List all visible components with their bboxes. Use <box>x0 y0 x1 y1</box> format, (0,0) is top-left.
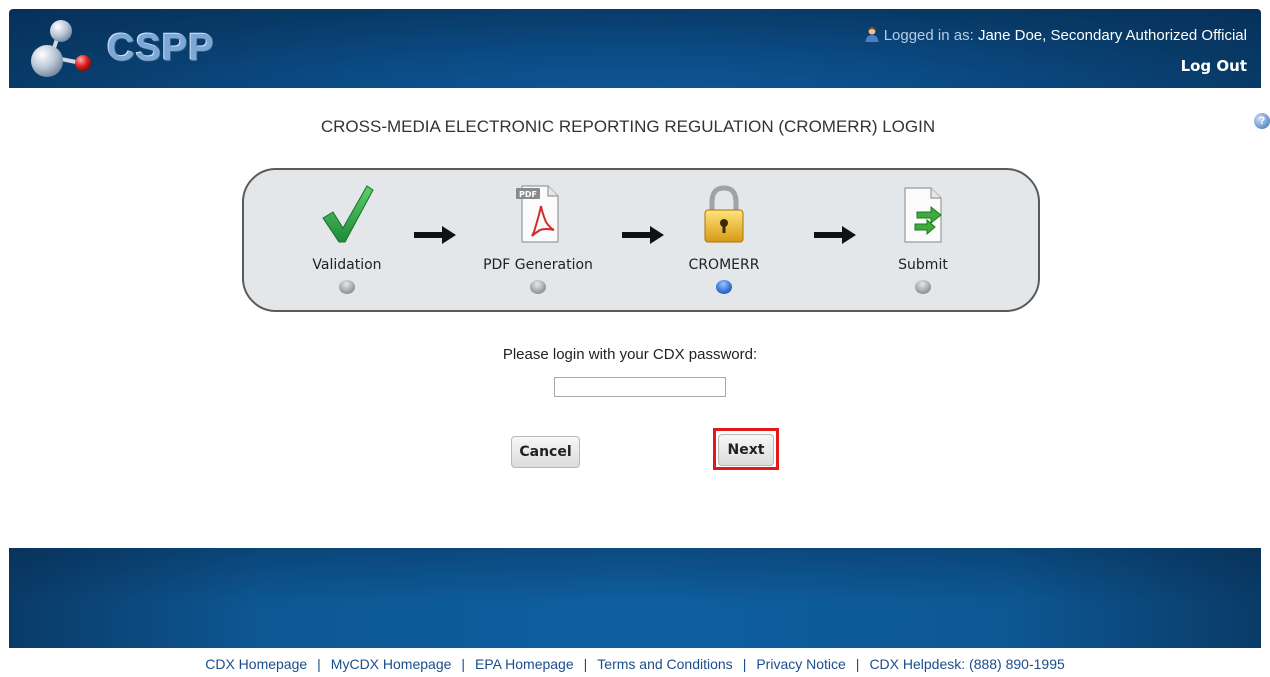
footer-separator: | <box>583 656 588 672</box>
logout-link[interactable]: Log Out <box>1181 57 1247 75</box>
progress-stepper: Validation PDF PDF Generation CROMERR Su… <box>242 168 1040 312</box>
step-label: Submit <box>898 257 948 273</box>
step-indicator-dot <box>530 280 546 294</box>
checkmark-icon <box>322 185 374 243</box>
footer-link-epa-homepage[interactable]: EPA Homepage <box>475 656 574 672</box>
pdf-badge-text: PDF <box>519 190 537 199</box>
step-indicator-dot-active <box>716 280 732 294</box>
footer-band <box>9 548 1261 648</box>
footer-separator: | <box>317 656 321 672</box>
padlock-icon <box>704 185 744 243</box>
footer-link-helpdesk[interactable]: CDX Helpdesk: (888) 890-1995 <box>869 656 1064 672</box>
step-validation: Validation <box>267 170 427 310</box>
footer-separator: | <box>742 656 747 672</box>
submit-document-icon <box>904 187 942 243</box>
footer-link-mycdx-homepage[interactable]: MyCDX Homepage <box>331 656 452 672</box>
step-cromerr: CROMERR <box>644 170 804 310</box>
step-label: PDF Generation <box>483 257 593 273</box>
step-pdf-generation: PDF PDF Generation <box>458 170 618 310</box>
footer-separator: | <box>461 656 466 672</box>
footer-link-terms[interactable]: Terms and Conditions <box>597 656 732 672</box>
step-label: Validation <box>312 257 382 273</box>
footer-link-cdx-homepage[interactable]: CDX Homepage <box>205 656 307 672</box>
right-arrow-icon <box>414 226 456 244</box>
logged-in-label: Logged in as: <box>883 27 974 44</box>
site-header: CSPP Logged in as: Jane Doe, Secondary A… <box>9 9 1261 88</box>
pdf-document-icon: PDF <box>516 185 559 243</box>
step-indicator-dot <box>339 280 355 294</box>
user-name: Jane Doe, Secondary Authorized Official <box>977 27 1247 44</box>
footer-links: CDX Homepage | MyCDX Homepage | EPA Homepage… <box>0 656 1270 672</box>
cspp-logo[interactable]: CSPP <box>23 15 213 81</box>
step-indicator-dot <box>915 280 931 294</box>
next-button[interactable]: Next <box>718 434 774 466</box>
cancel-button[interactable]: Cancel <box>511 436 580 468</box>
password-prompt: Please login with your CDX password: <box>502 346 758 363</box>
footer-link-privacy[interactable]: Privacy Notice <box>756 656 845 672</box>
molecule-logo-icon <box>31 20 91 77</box>
logged-in-info: Logged in as: Jane Doe, Secondary Author… <box>864 26 1247 44</box>
footer-separator: | <box>855 656 860 672</box>
step-submit: Submit <box>843 170 1003 310</box>
page-title: CROSS-MEDIA ELECTRONIC REPORTING REGULAT… <box>320 117 936 136</box>
cdx-password-input[interactable] <box>554 377 726 397</box>
user-icon <box>865 27 879 42</box>
step-label: CROMERR <box>688 257 760 273</box>
logo-text: CSPP <box>107 27 215 69</box>
